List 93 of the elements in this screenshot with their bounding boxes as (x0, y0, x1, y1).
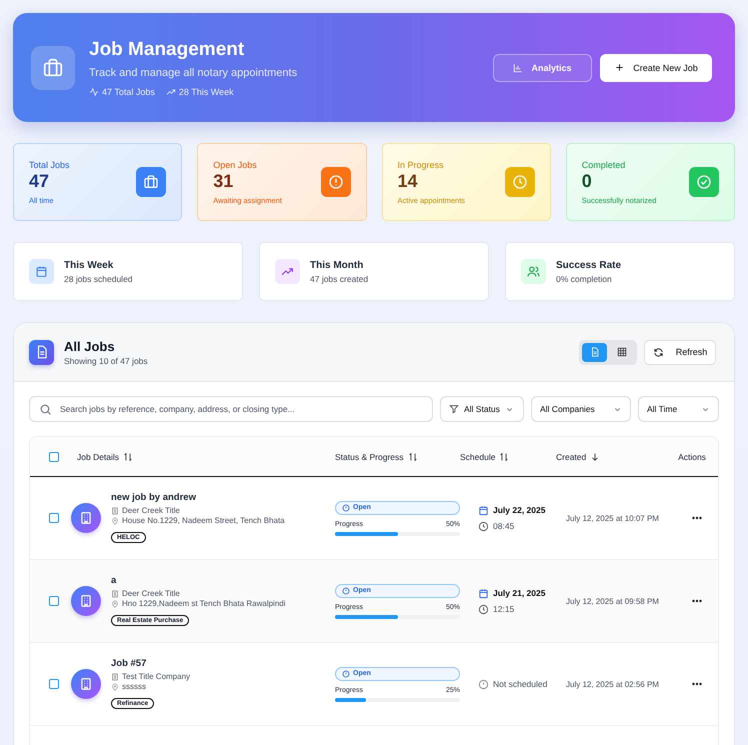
document-icon (29, 340, 54, 364)
job-title: a (111, 575, 118, 586)
stat-value: 0 (582, 170, 593, 192)
info-icon (342, 670, 350, 678)
location-pin-icon (111, 600, 119, 608)
briefcase-icon (136, 167, 166, 197)
filter-dropdown[interactable]: All Status (440, 396, 524, 422)
pulse-icon (89, 86, 99, 96)
search-icon (39, 403, 52, 416)
building-icon (71, 503, 101, 533)
calendar-icon (29, 259, 54, 284)
panel-subtitle: Showing 10 of 47 jobs (64, 356, 149, 366)
plus-icon (614, 62, 626, 73)
building-icon (111, 672, 119, 680)
row-checkbox[interactable] (48, 679, 58, 689)
job-address: House No.1229, Nadeem Street, Tench Bhata (122, 516, 285, 525)
stat-value: 31 (213, 170, 234, 192)
job-title: Job #57 (111, 658, 148, 669)
summary-caption: 47 jobs created (310, 274, 368, 284)
schedule-time: 08:45 (493, 521, 514, 531)
analytics-button[interactable]: Analytics (493, 54, 592, 82)
refresh-icon (652, 346, 664, 358)
header-stat: 47 Total Jobs (102, 86, 155, 96)
briefcase-icon (31, 46, 75, 90)
summary-title: Success Rate (556, 260, 622, 270)
column-header: Actions (678, 452, 706, 462)
schedule-date: July 21, 2025 (493, 588, 546, 598)
more-icon[interactable] (690, 514, 704, 522)
page-title: Job Management (89, 38, 246, 60)
stat-value: 47 (29, 170, 50, 192)
stat-label: Completed (582, 160, 626, 170)
trend-up-icon (166, 86, 176, 96)
building-icon (71, 669, 101, 699)
sort-down-icon[interactable] (590, 452, 600, 462)
info-icon (478, 678, 489, 690)
summary-title: This Month (310, 260, 364, 270)
building-icon (111, 590, 119, 598)
stat-label: In Progress (398, 160, 445, 170)
document-icon (590, 347, 600, 357)
job-title: new job by andrew (111, 492, 197, 503)
clock-icon (504, 167, 535, 197)
row-checkbox[interactable] (48, 513, 58, 523)
more-icon[interactable] (690, 597, 704, 605)
summary-title: This Week (64, 260, 114, 270)
clock-icon (478, 604, 489, 614)
bar-chart-icon (513, 62, 524, 72)
trend-up-icon (275, 259, 300, 284)
location-pin-icon (111, 682, 119, 690)
sort-icon[interactable] (123, 452, 134, 462)
column-header: Job Details (77, 452, 120, 462)
column-header: Created (556, 452, 586, 462)
company-name: Deer Creek Title (122, 589, 180, 598)
info-icon (342, 504, 350, 512)
created-date: July 12, 2025 at 02:56 PM (566, 680, 659, 688)
sort-icon[interactable] (408, 452, 418, 462)
row-checkbox[interactable] (48, 596, 58, 606)
summary-caption: 28 jobs scheduled (64, 274, 133, 284)
company-name: Deer Creek Title (122, 506, 180, 515)
calendar-icon (478, 588, 489, 598)
users-icon (521, 259, 546, 284)
filter-dropdown[interactable]: All Companies (531, 396, 631, 422)
schedule-date: July 22, 2025 (493, 505, 546, 515)
sort-icon[interactable] (499, 452, 510, 462)
header-stat: 28 This Week (178, 86, 234, 96)
company-name: Test Title Company (122, 672, 190, 681)
building-icon (71, 586, 101, 616)
filter-dropdown[interactable]: All Time (638, 396, 719, 422)
building-icon (111, 506, 119, 514)
filter-icon (449, 404, 459, 414)
job-address: ssssss (122, 682, 146, 691)
panel-title: All Jobs (64, 338, 116, 354)
schedule-time: 12:15 (493, 604, 514, 614)
grid-icon (616, 347, 626, 357)
clock-icon (478, 520, 489, 532)
created-date: July 12, 2025 at 10:07 PM (566, 514, 659, 522)
stat-label: Open Jobs (213, 160, 258, 170)
more-icon[interactable] (690, 680, 704, 688)
search-field[interactable]: Search jobs by reference, company, address, or closing type... (29, 396, 433, 422)
info-icon (342, 586, 350, 594)
refresh-button[interactable]: Refresh (644, 340, 716, 364)
create-job-button[interactable]: Create New Job (600, 54, 712, 82)
calendar-icon (478, 504, 489, 516)
column-header: Status & Progress (335, 452, 404, 462)
page-subtitle: Track and manage all notary appointments (89, 66, 298, 78)
stat-label: Total Jobs (29, 160, 71, 170)
job-address: Hno 1229,Nadeem st Tench Bhata Rawalpindi (122, 599, 286, 608)
column-header: Schedule (460, 452, 496, 462)
select-all-checkbox[interactable] (48, 452, 58, 462)
schedule-text: Not scheduled (493, 679, 548, 689)
stat-value: 14 (398, 170, 419, 192)
location-pin-icon (111, 516, 119, 524)
summary-caption: 0% completion (556, 274, 613, 284)
created-date: July 12, 2025 at 09:58 PM (566, 596, 659, 606)
